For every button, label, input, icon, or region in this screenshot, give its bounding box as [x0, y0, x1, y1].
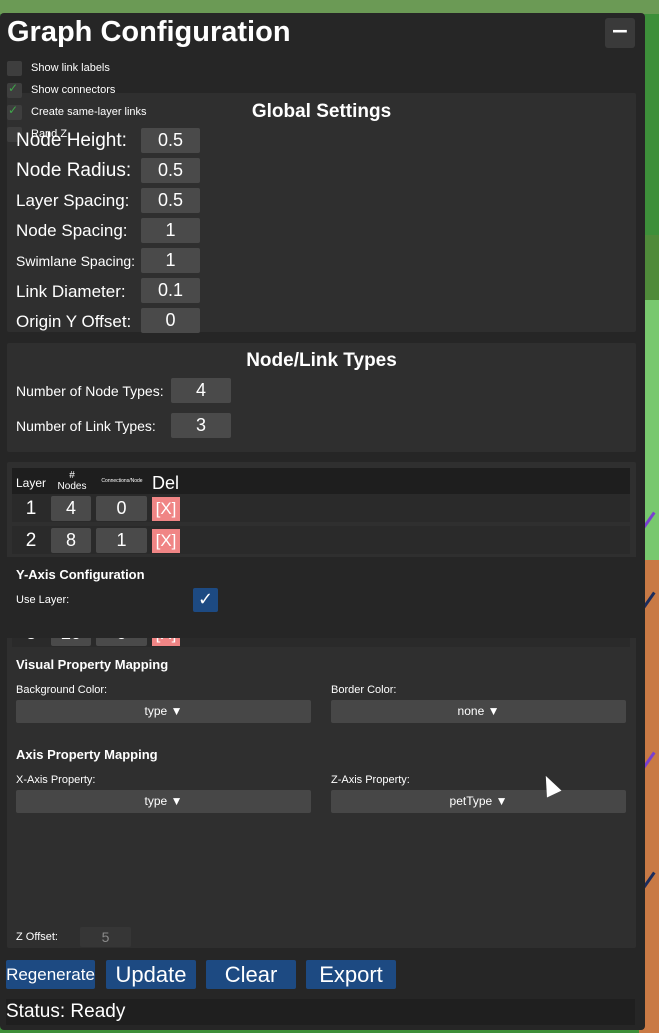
z-axis-property-dropdown[interactable]: petType ▼ — [331, 790, 626, 813]
layer-connections-input[interactable]: 0 — [96, 496, 147, 521]
node-height-label: Node Height: — [16, 130, 127, 151]
node-spacing-label: Node Spacing: — [16, 221, 128, 240]
swimlane-spacing-label: Swimlane Spacing: — [16, 253, 136, 269]
layer-nodes-input[interactable]: 8 — [51, 528, 91, 553]
background-color-dropdown[interactable]: type ▼ — [16, 700, 311, 723]
border-color-label: Border Color: — [331, 684, 397, 696]
link-types-input[interactable]: 3 — [171, 413, 231, 438]
link-diameter-input[interactable]: 0.1 — [141, 278, 200, 303]
swimlane-spacing-input[interactable]: 1 — [141, 248, 200, 273]
world-background-top — [0, 0, 659, 14]
regenerate-button[interactable]: Regenerate — [6, 960, 95, 989]
origin-y-offset-input[interactable]: 0 — [141, 308, 200, 333]
layer-number: 2 — [25, 530, 37, 551]
minimize-button[interactable]: − — [605, 18, 635, 48]
link-diameter-label: Link Diameter: — [16, 282, 126, 301]
axis-mapping-title: Axis Property Mapping — [16, 747, 158, 762]
node-types-label: Number of Node Types: — [16, 383, 164, 399]
node-radius-input[interactable]: 0.5 — [141, 158, 200, 183]
node-link-types-title: Node/Link Types — [246, 350, 397, 371]
delete-layer-button[interactable]: [X] — [152, 529, 180, 553]
panel-title: Graph Configuration — [7, 16, 291, 48]
checkbox-box[interactable]: ✓ — [7, 103, 22, 120]
node-radius-label: Node Radius: — [16, 160, 132, 181]
layer-spacing-input[interactable]: 0.5 — [141, 188, 200, 213]
header-del: Del — [152, 473, 180, 493]
layer-nodes-input[interactable]: 4 — [51, 496, 91, 521]
check-icon: ✓ — [8, 81, 19, 95]
node-spacing-input[interactable]: 1 — [141, 218, 200, 243]
status-bar: Status: Ready — [6, 999, 635, 1025]
y-axis-title: Y-Axis Configuration — [16, 567, 145, 582]
node-types-input[interactable]: 4 — [171, 378, 231, 403]
layer-number: 1 — [25, 498, 37, 519]
layer-spacing-label: Layer Spacing: — [16, 191, 130, 210]
checkbox-label: Create same-layer links — [31, 106, 147, 118]
y-axis-config-section: Y-Axis Configuration Use Layer: ✓ — [7, 557, 636, 638]
origin-y-offset-label: Origin Y Offset: — [16, 312, 132, 331]
header-connections: Connections/Node — [101, 478, 143, 484]
z-offset-label: Z Offset: — [16, 931, 58, 943]
layer-row: 2 8 1 [X] — [12, 526, 630, 554]
checkbox-box[interactable] — [7, 61, 22, 76]
border-color-dropdown[interactable]: none ▼ — [331, 700, 626, 723]
background-color-label: Background Color: — [16, 684, 108, 696]
layer-connections-input[interactable]: 1 — [96, 528, 147, 553]
z-axis-property-label: Z-Axis Property: — [331, 774, 410, 786]
link-types-label: Number of Link Types: — [16, 418, 156, 434]
z-offset-input[interactable]: 5 — [80, 927, 131, 947]
checkbox-label: Show connectors — [31, 84, 116, 96]
check-icon: ✓ — [8, 103, 19, 117]
checkbox-box[interactable]: ✓ — [7, 81, 22, 98]
x-axis-property-dropdown[interactable]: type ▼ — [16, 790, 311, 813]
clear-button[interactable]: Clear — [206, 960, 296, 989]
x-axis-property-label: X-Axis Property: — [16, 774, 96, 786]
update-button[interactable]: Update — [106, 960, 196, 989]
use-layer-label: Use Layer: — [16, 594, 70, 606]
header-layer: Layer — [16, 476, 47, 490]
layer-row: 1 4 0 [X] — [12, 494, 630, 522]
header-nodes: # Nodes — [57, 470, 87, 492]
checkbox-label: Show link labels — [31, 62, 110, 74]
visual-mapping-title: Visual Property Mapping — [16, 657, 169, 672]
node-height-input[interactable]: 0.5 — [141, 128, 200, 153]
export-button[interactable]: Export — [306, 960, 396, 989]
use-layer-checkbox[interactable]: ✓ — [193, 588, 218, 612]
layer-table-header: Layer # Nodes Connections/Node Del — [12, 468, 630, 494]
delete-layer-button[interactable]: [X] — [152, 497, 180, 521]
